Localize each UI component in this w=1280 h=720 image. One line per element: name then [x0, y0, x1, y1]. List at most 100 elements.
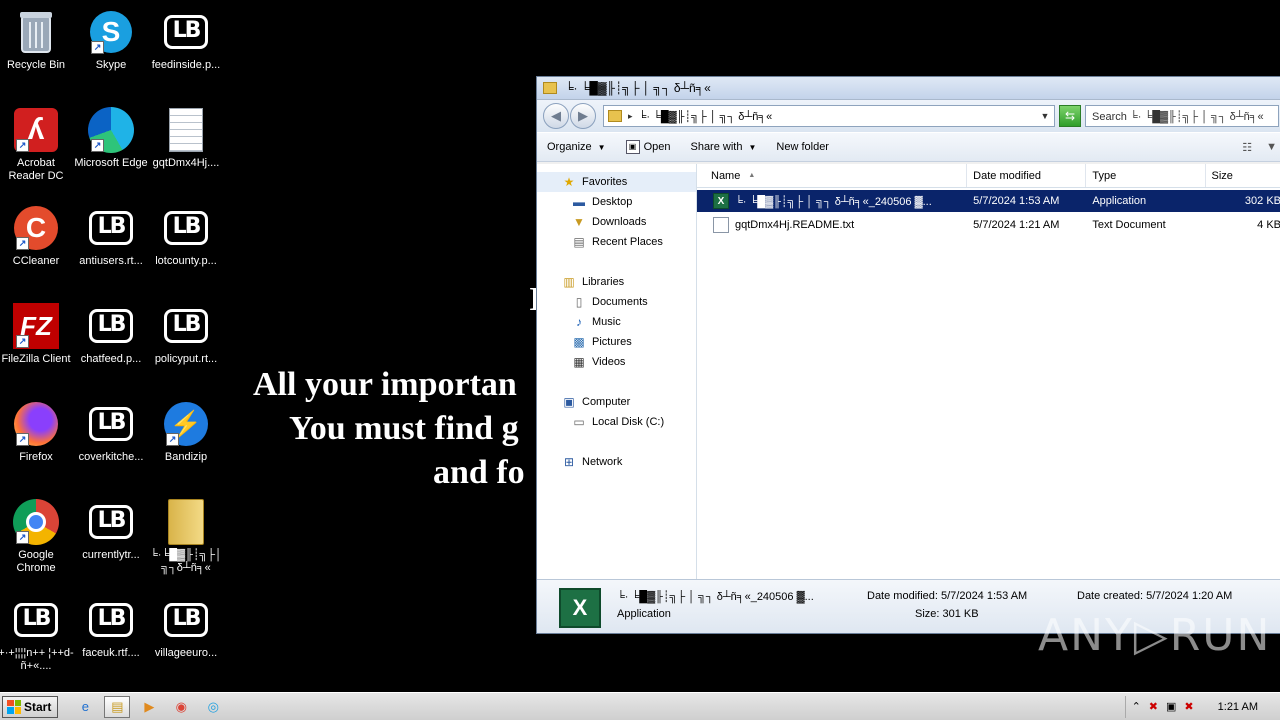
- computer-icon: ▣: [563, 395, 575, 409]
- desktop-icon-edge[interactable]: ↗ Microsoft Edge: [73, 106, 149, 170]
- desktop-icon-encrypted-file[interactable]: LB feedinside.p...: [148, 8, 224, 72]
- view-icon[interactable]: ☷: [1242, 141, 1252, 154]
- desktop-icon-label: currentlytr...: [82, 549, 140, 561]
- nav-favorites[interactable]: ★ Favorites: [537, 172, 696, 192]
- desktop-icon-chrome[interactable]: ↗ Google Chrome: [0, 498, 74, 575]
- desktop-icon-label: ╘·╘█▓╟┊╗├│╗┐δ┴ñ╕«: [150, 549, 222, 574]
- shortcut-arrow-icon: ↗: [16, 335, 29, 348]
- file-date: 5/7/2024 1:21 AM: [973, 219, 1060, 231]
- nav-recent-places[interactable]: ▤ Recent Places: [537, 232, 696, 252]
- file-name: gqtDmx4Hj.README.txt: [735, 219, 855, 231]
- lockbit-file-icon: LB: [87, 498, 135, 546]
- file-size: 4 KB: [1257, 219, 1280, 231]
- desktop-icon-encrypted-file[interactable]: LB villageeuro...: [148, 596, 224, 660]
- chevron-down-icon[interactable]: ▼: [1266, 141, 1277, 153]
- internet-explorer-icon[interactable]: e: [72, 696, 98, 718]
- organize-button[interactable]: Organize ▼: [547, 141, 606, 153]
- desktop-icon-label: FileZilla Client: [1, 353, 71, 365]
- column-label: Size: [1211, 169, 1233, 182]
- filezilla-icon: FZ ↗: [12, 302, 60, 350]
- desktop-icon-acrobat[interactable]: ʎ ↗ Acrobat Reader DC: [0, 106, 74, 183]
- desktop-icon-encrypted-file[interactable]: LB lotcounty.p...: [148, 204, 224, 268]
- share-with-label: Share with: [690, 141, 743, 153]
- desktop-icon-encrypted-file[interactable]: LB chatfeed.p...: [73, 302, 149, 366]
- file-row[interactable]: X ╘· ╘█▓╟┊╗├ │ ╗┐ δ┴ñ╕«_240506 ▓... 5/7/2…: [697, 190, 1280, 212]
- nav-label: Pictures: [592, 336, 632, 348]
- ransom-note-text: and fo: [433, 454, 525, 491]
- text-document-icon: [162, 106, 210, 154]
- nav-music[interactable]: ♪ Music: [537, 312, 696, 332]
- back-button[interactable]: ◀: [543, 103, 569, 129]
- shortcut-arrow-icon: ↗: [16, 237, 29, 250]
- desktop-icon: ▬: [573, 195, 585, 209]
- nav-network[interactable]: ⊞ Network: [537, 452, 696, 472]
- shortcut-arrow-icon: ↗: [16, 531, 29, 544]
- desktop-icon-ccleaner[interactable]: C ↗ CCleaner: [0, 204, 74, 268]
- nav-videos[interactable]: ▦ Videos: [537, 352, 696, 372]
- desktop-icon-encrypted-file[interactable]: LB currentlytr...: [73, 498, 149, 562]
- chevron-down-icon[interactable]: ▼: [1036, 111, 1054, 121]
- share-with-button[interactable]: Share with ▼: [690, 141, 756, 153]
- details-file-type: Application: [617, 608, 671, 620]
- search-input[interactable]: Search ╘· ╘█▓╟┊╗├ │ ╗┐ δ┴ñ╕«: [1085, 105, 1279, 127]
- open-button[interactable]: ▣ Open: [625, 140, 670, 154]
- downloads-icon: ▼: [573, 215, 585, 229]
- nav-label: Desktop: [592, 196, 633, 208]
- shortcut-arrow-icon: ↗: [91, 41, 104, 54]
- desktop-icon-encrypted-file[interactable]: LB antiusers.rt...: [73, 204, 149, 268]
- nav-libraries[interactable]: ▥ Libraries: [537, 272, 696, 292]
- desktop-icon-encrypted-file[interactable]: LB policyput.rt...: [148, 302, 224, 366]
- file-explorer-icon[interactable]: ▤: [104, 695, 131, 718]
- forward-button[interactable]: ▶: [570, 103, 596, 129]
- desktop-icon-bandizip[interactable]: ⚡ ↗ Bandizip: [148, 400, 224, 464]
- desktop-icon-encrypted-file[interactable]: LB faceuk.rtf....: [73, 596, 149, 660]
- file-type: Text Document: [1092, 219, 1166, 231]
- desktop-icon-folder[interactable]: ╘·╘█▓╟┊╗├│╗┐δ┴ñ╕«: [148, 498, 224, 575]
- folder-icon: [162, 498, 210, 546]
- desktop-icon-recycle-bin[interactable]: Recycle Bin: [0, 8, 74, 72]
- nav-local-disk[interactable]: ▭ Local Disk (C:): [537, 412, 696, 432]
- start-button[interactable]: Start: [2, 695, 59, 718]
- nav-computer[interactable]: ▣ Computer: [537, 392, 696, 412]
- lockbit-file-icon: LB: [12, 596, 60, 644]
- desktop-icon-encrypted-file[interactable]: LB coverkitche...: [73, 400, 149, 464]
- volume-muted-icon[interactable]: ✖: [1184, 700, 1193, 713]
- new-folder-button[interactable]: New folder: [776, 141, 829, 153]
- shortcut-arrow-icon: ↗: [16, 433, 29, 446]
- media-player-icon[interactable]: ▶: [136, 696, 162, 718]
- clock[interactable]: 1:21 AM: [1218, 701, 1258, 713]
- libraries-icon: ▥: [563, 275, 575, 289]
- shortcut-arrow-icon: ↗: [16, 139, 29, 152]
- nav-label: Computer: [582, 396, 631, 408]
- taskbar: Start e ▤ ▶ ◉ ◎ ⌃ ✖ ▣ ✖ 1:21 AM: [0, 692, 1280, 720]
- window-titlebar[interactable]: ╘· ╘█▓╟┊╗├ │ ╗┐ δ┴ñ╕«: [537, 77, 1280, 100]
- file-row[interactable]: gqtDmx4Hj.README.txt 5/7/2024 1:21 AM Te…: [697, 214, 1280, 236]
- nav-documents[interactable]: ▯ Documents: [537, 292, 696, 312]
- column-name[interactable]: Name ▲: [697, 164, 968, 187]
- address-bar[interactable]: ▸ ╘· ╘█▓╟┊╗├ │ ╗┐ δ┴ñ╕« ▼: [603, 105, 1055, 127]
- desktop-icon-firefox[interactable]: ↗ Firefox: [0, 400, 74, 464]
- excel-icon: X: [713, 193, 729, 209]
- power-icon[interactable]: ▣: [1166, 700, 1176, 713]
- chrome-icon[interactable]: ◉: [168, 696, 194, 718]
- column-size[interactable]: Size: [1206, 164, 1280, 187]
- desktop-icon-skype[interactable]: S ↗ Skype: [73, 8, 149, 72]
- desktop-icon-text-document[interactable]: gqtDmx4Hj....: [148, 106, 224, 170]
- nav-label: Documents: [592, 296, 648, 308]
- desktop-icon-filezilla[interactable]: FZ ↗ FileZilla Client: [0, 302, 74, 366]
- edge-icon: ↗: [87, 106, 135, 154]
- desktop-icon-label: Recycle Bin: [6, 59, 66, 71]
- nav-desktop[interactable]: ▬ Desktop: [537, 192, 696, 212]
- network-error-icon[interactable]: ✖: [1149, 700, 1158, 713]
- column-type[interactable]: Type: [1086, 164, 1206, 187]
- drive-icon: ▭: [573, 415, 585, 429]
- explorer-window: ╘· ╘█▓╟┊╗├ │ ╗┐ δ┴ñ╕« ◀ ▶ ▸ ╘· ╘█▓╟┊╗├ │…: [536, 76, 1280, 634]
- refresh-button[interactable]: ⇆: [1059, 105, 1081, 127]
- lockbit-file-icon: LB: [87, 596, 135, 644]
- edge-icon[interactable]: ◎: [200, 696, 226, 718]
- column-date-modified[interactable]: Date modified: [967, 164, 1087, 187]
- show-hidden-icons-icon[interactable]: ⌃: [1132, 700, 1141, 713]
- desktop-icon-encrypted-file[interactable]: LB +·+¦¦¦¦n++ ¦++d-ñ+«....: [0, 596, 74, 673]
- nav-downloads[interactable]: ▼ Downloads: [537, 212, 696, 232]
- nav-pictures[interactable]: ▩ Pictures: [537, 332, 696, 352]
